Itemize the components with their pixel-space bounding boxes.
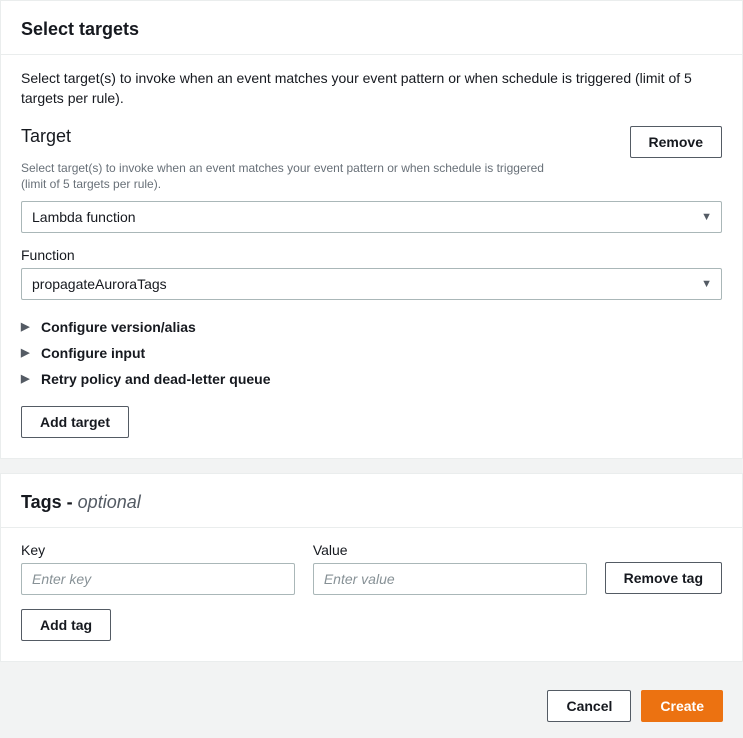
tags-title: Tags - optional — [21, 492, 722, 513]
tag-row: Key Value Remove tag — [21, 542, 722, 595]
tags-body: Key Value Remove tag Add tag — [1, 528, 742, 661]
expand-configure-version[interactable]: ▶ Configure version/alias — [21, 314, 722, 340]
expand-retry-policy[interactable]: ▶ Retry policy and dead-letter queue — [21, 366, 722, 392]
target-type-select-wrapper: Lambda function ▼ — [21, 201, 722, 233]
expand-configure-version-label: Configure version/alias — [41, 319, 196, 335]
expand-retry-policy-label: Retry policy and dead-letter queue — [41, 371, 271, 387]
tag-key-input[interactable] — [21, 563, 295, 595]
tags-title-text: Tags - — [21, 492, 78, 512]
function-value: propagateAuroraTags — [32, 276, 167, 292]
target-type-value: Lambda function — [32, 209, 136, 225]
tags-header: Tags - optional — [1, 474, 742, 528]
add-target-button[interactable]: Add target — [21, 406, 129, 438]
select-targets-intro: Select target(s) to invoke when an event… — [21, 69, 722, 108]
tag-value-col: Value — [313, 542, 587, 595]
expandable-group: ▶ Configure version/alias ▶ Configure in… — [21, 314, 722, 392]
remove-tag-button[interactable]: Remove tag — [605, 562, 722, 594]
tags-panel: Tags - optional Key Value Remove tag Add… — [0, 473, 743, 662]
chevron-right-icon: ▶ — [21, 372, 31, 385]
select-targets-body: Select target(s) to invoke when an event… — [1, 55, 742, 458]
tags-title-optional: optional — [78, 492, 141, 512]
target-header-row: Target Remove — [21, 126, 722, 158]
tag-key-col: Key — [21, 542, 295, 595]
function-select-wrapper: propagateAuroraTags ▼ — [21, 268, 722, 300]
select-targets-header: Select targets — [1, 1, 742, 55]
spacer — [605, 542, 722, 562]
select-targets-panel: Select targets Select target(s) to invok… — [0, 0, 743, 459]
target-label: Target — [21, 126, 71, 147]
tag-action-col: Remove tag — [605, 542, 722, 594]
target-label-wrap: Target — [21, 126, 71, 147]
target-helper-text: Select target(s) to invoke when an event… — [21, 160, 561, 192]
chevron-right-icon: ▶ — [21, 320, 31, 333]
function-select[interactable]: propagateAuroraTags — [21, 268, 722, 300]
tag-value-input[interactable] — [313, 563, 587, 595]
select-targets-title: Select targets — [21, 19, 722, 40]
remove-target-button[interactable]: Remove — [630, 126, 722, 158]
chevron-right-icon: ▶ — [21, 346, 31, 359]
function-label: Function — [21, 247, 722, 263]
target-type-select[interactable]: Lambda function — [21, 201, 722, 233]
expand-configure-input-label: Configure input — [41, 345, 145, 361]
cancel-button[interactable]: Cancel — [547, 690, 631, 722]
tag-value-label: Value — [313, 542, 587, 558]
footer-actions: Cancel Create — [0, 676, 743, 738]
tag-key-label: Key — [21, 542, 295, 558]
expand-configure-input[interactable]: ▶ Configure input — [21, 340, 722, 366]
create-button[interactable]: Create — [641, 690, 723, 722]
